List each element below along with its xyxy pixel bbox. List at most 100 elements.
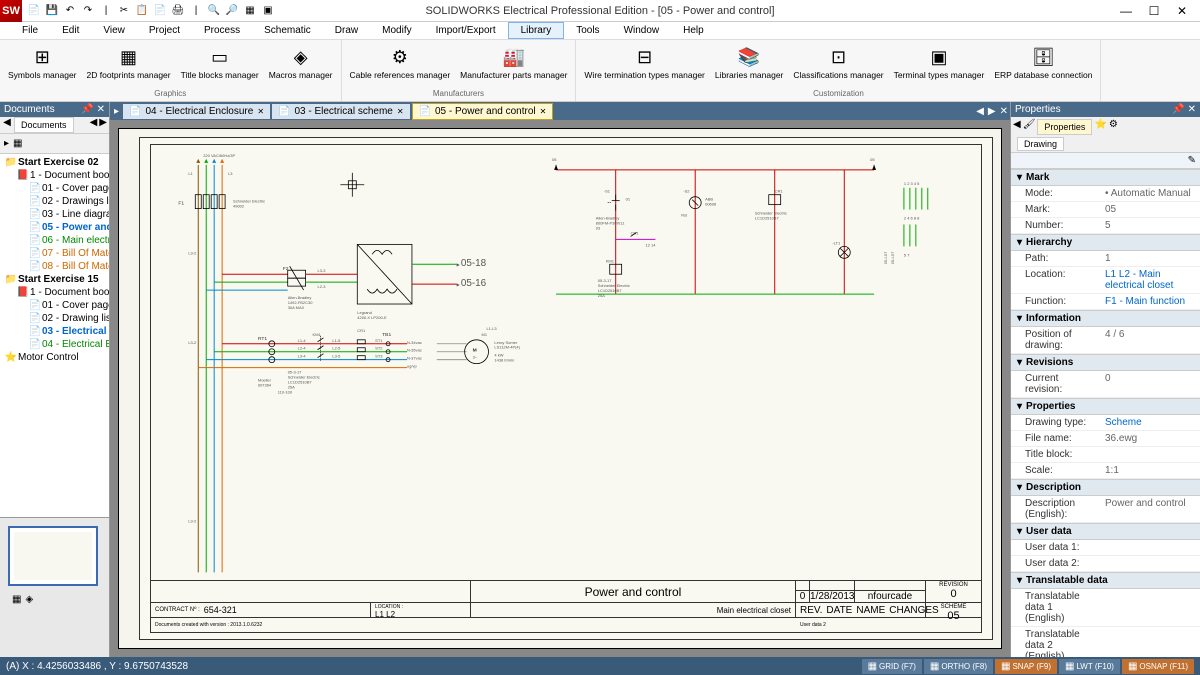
qat-find-icon[interactable]: 🔍 [206, 3, 222, 19]
status-toggle-grid[interactable]: ▦ GRID (F7) [862, 659, 922, 674]
ribbon-erp-database-connection[interactable]: 🗄ERP database connection [990, 42, 1096, 88]
tree-node[interactable]: 📁Start Exercise 15 [2, 273, 107, 286]
menu-draw[interactable]: Draw [323, 23, 370, 38]
tree-node[interactable]: 📁Start Exercise 02 [2, 156, 107, 169]
ribbon-title-blocks-manager[interactable]: ▭Title blocks manager [177, 42, 263, 88]
ribbon-libraries-manager[interactable]: 📚Libraries manager [711, 42, 788, 88]
drawing-canvas[interactable]: SOLIDWORKS Electrical 220 VAC/60Hz/3P [118, 128, 1002, 649]
property-group-header[interactable]: ▾Translatable data [1011, 572, 1200, 589]
property-value[interactable] [1101, 447, 1200, 462]
ribbon-symbols-manager[interactable]: ⊞Symbols manager [4, 42, 81, 88]
tree-node[interactable]: 📄03 - Line diagram [2, 208, 107, 221]
qat-copy-icon[interactable]: 📋 [134, 3, 150, 19]
qat-redo-icon[interactable]: ↷ [80, 3, 96, 19]
property-group-header[interactable]: ▾Mark [1011, 169, 1200, 186]
tab-nav-icon[interactable]: ◀ [976, 106, 984, 117]
document-tab[interactable]: 📄03 - Electrical scheme✕ [272, 104, 410, 119]
tab-prev-icon[interactable]: ◀ [0, 117, 14, 133]
property-value[interactable] [1101, 556, 1200, 571]
tree-node[interactable]: 📄05 - Power and control [2, 221, 107, 234]
doc-tab-close-icon[interactable]: ✕ [540, 107, 547, 116]
doc-tab-close-icon[interactable]: ✕ [257, 107, 264, 116]
document-tab[interactable]: 📄05 - Power and control✕ [412, 103, 554, 120]
drawing-subtab[interactable]: Drawing [1017, 137, 1064, 151]
prop-brush-icon[interactable]: 🖌 [1023, 119, 1036, 135]
menu-help[interactable]: Help [671, 23, 716, 38]
qat-extra2-icon[interactable]: ▣ [260, 3, 276, 19]
qat-extra1-icon[interactable]: ▦ [242, 3, 258, 19]
property-value[interactable] [1101, 627, 1200, 657]
property-value[interactable]: Scheme [1101, 415, 1200, 430]
qat-new-icon[interactable]: 📄 [26, 3, 42, 19]
ribbon-macros-manager[interactable]: ◈Macros manager [265, 42, 337, 88]
status-toggle-lwt[interactable]: ▦ LWT (F10) [1059, 659, 1120, 674]
thumb-tool1-icon[interactable]: ▦ [12, 594, 21, 605]
property-value[interactable] [1101, 540, 1200, 555]
property-value[interactable]: 5 [1101, 218, 1200, 233]
prop-star-icon[interactable]: ⭐ [1094, 119, 1106, 135]
property-value[interactable]: 1 [1101, 251, 1200, 266]
canvas-viewport[interactable]: SOLIDWORKS Electrical 220 VAC/60Hz/3P [110, 120, 1010, 657]
qat-save-icon[interactable]: 💾 [44, 3, 60, 19]
tab-nav-right-icon[interactable]: ▶ [99, 117, 107, 133]
property-group-header[interactable]: ▾User data [1011, 523, 1200, 540]
tree-node[interactable]: 📄08 - Bill Of Materials [2, 260, 107, 273]
property-value[interactable]: • Automatic Manual [1101, 186, 1200, 201]
doc-tab-close-icon[interactable]: ✕ [397, 107, 404, 116]
property-value[interactable]: 36.ewg [1101, 431, 1200, 446]
ribbon-terminal-types-manager[interactable]: ▣Terminal types manager [890, 42, 989, 88]
ribbon-classifications-manager[interactable]: ⊡Classifications manager [789, 42, 887, 88]
ribbon-manufacturer-parts-manager[interactable]: 🏭Manufacturer parts manager [456, 42, 571, 88]
tree-node[interactable]: 📕1 - Document book [2, 169, 107, 182]
tab-nav-icon[interactable]: ▶ [988, 106, 996, 117]
tree-node[interactable]: 📄02 - Drawings list [2, 195, 107, 208]
menu-file[interactable]: File [10, 23, 50, 38]
status-toggle-ortho[interactable]: ▦ ORTHO (F8) [924, 659, 993, 674]
property-group-header[interactable]: ▾Properties [1011, 398, 1200, 415]
property-group-header[interactable]: ▾Description [1011, 479, 1200, 496]
panel-pin-icon[interactable]: 📌 ✕ [81, 104, 105, 115]
tree-node[interactable]: 📄02 - Drawing list [2, 312, 107, 325]
drawing-thumbnail[interactable] [8, 526, 98, 586]
status-toggle-osnap[interactable]: ▦ OSNAP (F11) [1122, 659, 1194, 674]
tree-node[interactable]: 📄01 - Cover page [2, 299, 107, 312]
menu-process[interactable]: Process [192, 23, 252, 38]
property-value[interactable]: Power and control [1101, 496, 1200, 522]
minimize-icon[interactable]: — [1116, 3, 1136, 19]
menu-window[interactable]: Window [612, 23, 672, 38]
prop-pin-icon[interactable]: 📌 ✕ [1172, 104, 1196, 115]
menu-view[interactable]: View [91, 23, 137, 38]
menu-library[interactable]: Library [508, 22, 565, 39]
property-group-header[interactable]: ▾Hierarchy [1011, 234, 1200, 251]
thumb-tool2-icon[interactable]: ◈ [25, 594, 33, 605]
property-value[interactable]: L1 L2 - Main electrical closet [1101, 267, 1200, 293]
tree-node[interactable]: 📄07 - Bill Of Materials [2, 247, 107, 260]
doc-tab-arrow-icon[interactable]: ▸ [112, 106, 121, 117]
property-value[interactable]: 4 / 6 [1101, 327, 1200, 353]
prop-tab-prev-icon[interactable]: ◀ [1013, 119, 1021, 135]
maximize-icon[interactable]: ☐ [1144, 3, 1164, 19]
prop-edit-icon[interactable]: ✎ [1188, 155, 1196, 166]
tree-view-icon[interactable]: ▦ [13, 138, 22, 149]
document-tab[interactable]: 📄04 - Electrical Enclosure✕ [123, 104, 270, 119]
status-toggle-snap[interactable]: ▦ SNAP (F9) [995, 659, 1057, 674]
qat-cut-icon[interactable]: ✂ [116, 3, 132, 19]
ribbon-cable-references-manager[interactable]: ⚙Cable references manager [346, 42, 455, 88]
menu-modify[interactable]: Modify [370, 23, 423, 38]
close-icon[interactable]: ✕ [1172, 3, 1192, 19]
qat-zoom-icon[interactable]: 🔎 [224, 3, 240, 19]
menu-schematic[interactable]: Schematic [252, 23, 323, 38]
tree-node[interactable]: 📄06 - Main electrical [2, 234, 107, 247]
property-value[interactable]: F1 - Main function [1101, 294, 1200, 309]
menu-project[interactable]: Project [137, 23, 192, 38]
tab-nav-left-icon[interactable]: ◀ [90, 117, 98, 133]
qat-paste-icon[interactable]: 📄 [152, 3, 168, 19]
property-value[interactable]: 1:1 [1101, 463, 1200, 478]
menu-importexport[interactable]: Import/Export [424, 23, 508, 38]
property-value[interactable]: 0 [1101, 371, 1200, 397]
menu-edit[interactable]: Edit [50, 23, 91, 38]
qat-undo-icon[interactable]: ↶ [62, 3, 78, 19]
documents-tab[interactable]: Documents [14, 117, 74, 133]
tree-node[interactable]: 📄04 - Electrical Enclosure [2, 338, 107, 351]
tree-expand-icon[interactable]: ▸ [4, 138, 9, 149]
